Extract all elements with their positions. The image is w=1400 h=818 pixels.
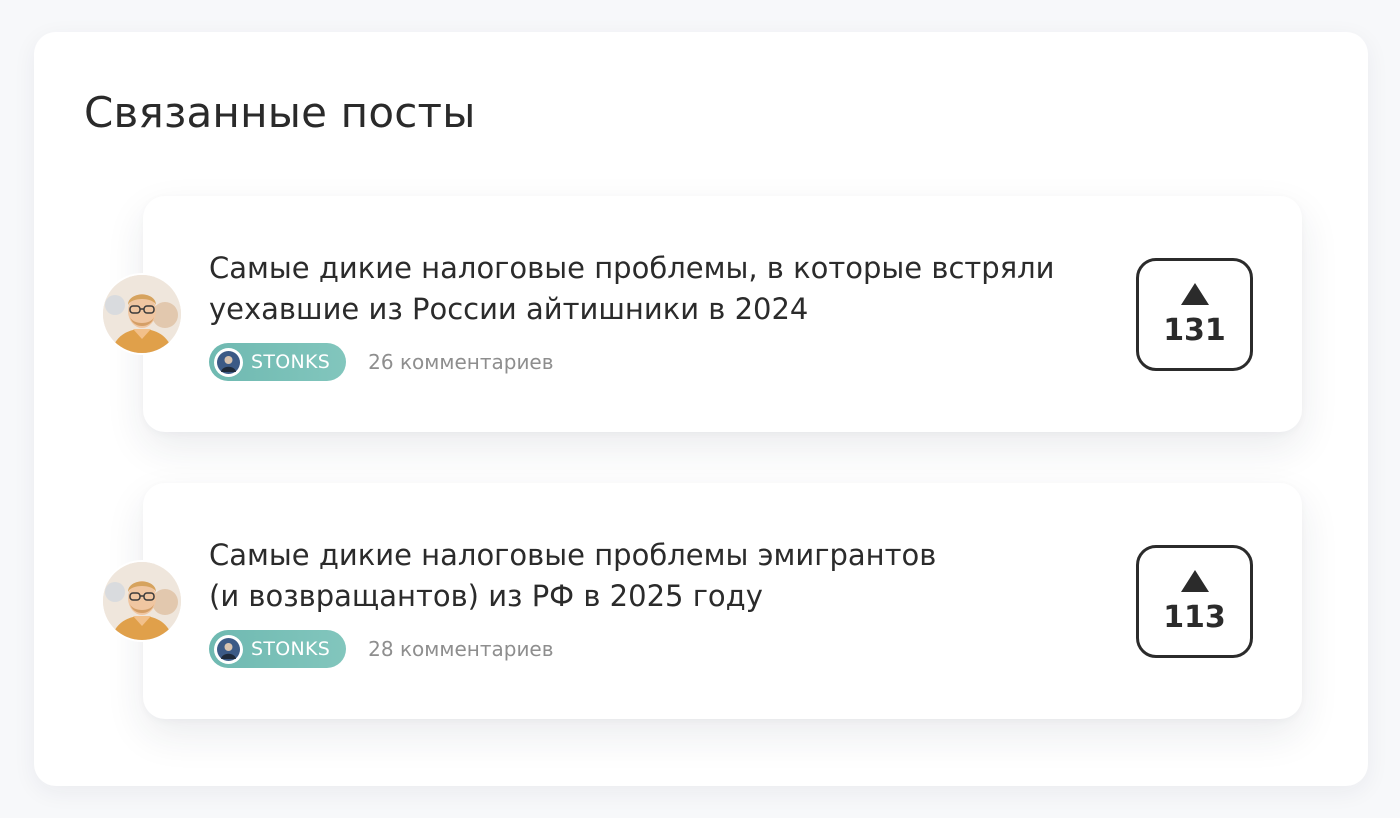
- upvote-button[interactable]: 113: [1136, 545, 1253, 658]
- stonks-tag[interactable]: STONKS: [209, 343, 347, 381]
- related-posts-panel: Связанные посты Самые дикие налоговые пр…: [34, 32, 1368, 786]
- tag-label: STONKS: [251, 351, 331, 373]
- upvote-button[interactable]: 131: [1136, 258, 1253, 371]
- stonks-tag[interactable]: STONKS: [209, 630, 347, 668]
- comments-link[interactable]: 28 комментариев: [368, 637, 553, 661]
- post-card[interactable]: Самые дикие налоговые проблемы эмигранто…: [103, 483, 1302, 719]
- post-card[interactable]: Самые дикие налоговые проблемы, в которы…: [103, 196, 1302, 432]
- upvote-arrow-icon: [1180, 282, 1209, 305]
- post-title[interactable]: Самые дикие налоговые проблемы, в которы…: [209, 248, 1089, 330]
- stonks-tag-icon: [214, 347, 243, 377]
- post-meta: STONKS 28 комментариев: [209, 630, 554, 668]
- vote-count: 131: [1163, 312, 1226, 348]
- author-avatar-icon[interactable]: [103, 562, 181, 640]
- section-title: Связанные посты: [84, 88, 476, 137]
- vote-count: 113: [1163, 599, 1226, 635]
- post-meta: STONKS 26 комментариев: [209, 343, 554, 381]
- tag-label: STONKS: [251, 638, 331, 660]
- post-title-line[interactable]: уехавшие из России айтишники в 2024: [209, 289, 1089, 330]
- post-title-line[interactable]: (и возвращантов) из РФ в 2025 году: [209, 576, 1089, 617]
- post-title[interactable]: Самые дикие налоговые проблемы эмигранто…: [209, 535, 1089, 617]
- author-avatar-icon[interactable]: [103, 275, 181, 353]
- upvote-arrow-icon: [1180, 569, 1209, 592]
- post-title-line[interactable]: Самые дикие налоговые проблемы, в которы…: [209, 248, 1089, 289]
- post-title-line[interactable]: Самые дикие налоговые проблемы эмигранто…: [209, 535, 1089, 576]
- comments-link[interactable]: 26 комментариев: [368, 350, 553, 374]
- stonks-tag-icon: [214, 634, 243, 664]
